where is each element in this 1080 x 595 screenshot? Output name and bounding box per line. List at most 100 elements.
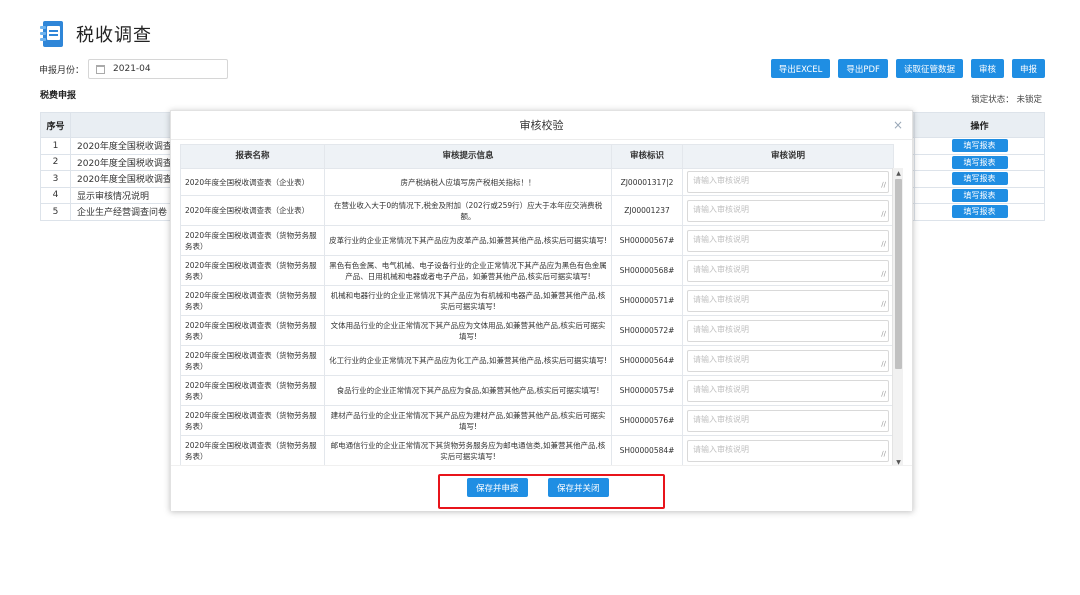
- table-row: 2020年度全国税收调查表（企业表） 在营业收入大于0的情况下,税金及附加（20…: [180, 195, 894, 226]
- review-description-input[interactable]: 请输入审核说明 ∕∕: [687, 199, 889, 222]
- month-selector: 申报月份： 2021-04: [39, 59, 229, 79]
- review-message: 邮电通信行业的企业正常情况下其货物劳务服务应为邮电通信类,如兼营其他产品,核实后…: [324, 435, 612, 466]
- review-description-input[interactable]: 请输入审核说明 ∕∕: [687, 289, 889, 312]
- review-description-input[interactable]: 请输入审核说明 ∕∕: [687, 229, 889, 252]
- lock-status: 锁定状态： 未锁定: [971, 95, 1042, 105]
- placeholder-text: 请输入审核说明: [693, 264, 749, 274]
- save-and-close-button[interactable]: 保存并关闭: [548, 478, 609, 497]
- review-description-input[interactable]: 请输入审核说明 ∕∕: [687, 259, 889, 282]
- resize-grip-icon[interactable]: ∕∕: [881, 269, 886, 280]
- table-row: 2020年度全国税收调查表（货物劳务服务表） 皮革行业的企业正常情况下其产品应为…: [180, 225, 894, 256]
- placeholder-text: 请输入审核说明: [693, 324, 749, 334]
- export-excel-button[interactable]: 导出EXCEL: [770, 59, 831, 78]
- review-description-input[interactable]: 请输入审核说明 ∕∕: [687, 319, 889, 342]
- fill-report-button[interactable]: 填写报表: [951, 139, 1008, 153]
- column-header-report-name: 报表名称: [180, 144, 325, 169]
- review-message: 食品行业的企业正常情况下其产品应为食品,如兼营其他产品,核实后可据实填写!: [324, 375, 612, 406]
- report-name: 2020年度全国税收调查表（货物劳务服务表）: [180, 315, 325, 346]
- report-name: 2020年度全国税收调查表（货物劳务服务表）: [180, 285, 325, 316]
- review-description-input[interactable]: 请输入审核说明 ∕∕: [687, 409, 889, 432]
- review-code: SH00000568#: [611, 255, 683, 286]
- resize-grip-icon[interactable]: ∕∕: [881, 359, 886, 370]
- report-name: 2020年度全国税收调查表（企业表）: [180, 195, 325, 226]
- month-input[interactable]: 2021-04: [88, 59, 229, 79]
- review-grid-header: 报表名称 审核提示信息 审核标识 审核说明: [180, 144, 894, 169]
- resize-grip-icon[interactable]: ∕∕: [881, 239, 886, 250]
- placeholder-text: 请输入审核说明: [693, 354, 749, 364]
- resize-grip-icon[interactable]: ∕∕: [881, 449, 886, 460]
- table-row: 2020年度全国税收调查表（货物劳务服务表） 文体用品行业的企业正常情况下其产品…: [180, 315, 894, 346]
- table-row: 2020年度全国税收调查表（货物劳务服务表） 建材产品行业的企业正常情况下其产品…: [180, 405, 894, 436]
- report-name: 2020年度全国税收调查表（企业表）: [180, 168, 325, 196]
- placeholder-text: 请输入审核说明: [693, 176, 749, 185]
- row-index: 2: [40, 153, 71, 171]
- review-description-input[interactable]: 请输入审核说明 ∕∕: [687, 439, 889, 462]
- fill-report-button[interactable]: 填写报表: [951, 205, 1008, 219]
- export-pdf-button[interactable]: 导出PDF: [838, 59, 888, 78]
- fill-report-button[interactable]: 填写报表: [951, 155, 1008, 169]
- review-message: 皮革行业的企业正常情况下其产品应为皮革产品,如兼营其他产品,核实后可据实填写!: [324, 225, 612, 256]
- review-message: 建材产品行业的企业正常情况下其产品应为建材产品,如兼营其他产品,核实后可据实填写…: [324, 405, 612, 436]
- review-message: 黑色有色金属、电气机械、电子设备行业的企业正常情况下其产品应为黑色有色金属产品、…: [324, 255, 612, 286]
- placeholder-text: 请输入审核说明: [693, 234, 749, 244]
- table-row: 2020年度全国税收调查表（货物劳务服务表） 化工行业的企业正常情况下其产品应为…: [180, 345, 894, 376]
- review-code: ZJ00001317|2: [611, 168, 683, 196]
- report-name: 2020年度全国税收调查表（货物劳务服务表）: [180, 345, 325, 376]
- review-message: 房产税纳税人应填写房产税相关指标！！: [324, 168, 612, 196]
- row-index: 1: [40, 137, 71, 155]
- review-code: SH00000571#: [611, 285, 683, 316]
- report-name: 2020年度全国税收调查表（货物劳务服务表）: [180, 435, 325, 466]
- row-index: 4: [40, 186, 71, 204]
- row-index: 3: [40, 170, 71, 188]
- review-message: 文体用品行业的企业正常情况下其产品应为文体用品,如兼营其他产品,核实后可据实填写…: [324, 315, 612, 346]
- resize-grip-icon[interactable]: ∕∕: [881, 419, 886, 430]
- placeholder-text: 请输入审核说明: [693, 384, 749, 394]
- declare-button[interactable]: 申报: [1011, 59, 1045, 78]
- column-header-index: 序号: [40, 112, 71, 138]
- scroll-thumb[interactable]: [895, 179, 902, 369]
- column-header-code: 审核标识: [611, 144, 683, 169]
- table-row: 2020年度全国税收调查表（货物劳务服务表） 黑色有色金属、电气机械、电子设备行…: [180, 255, 894, 286]
- resize-grip-icon[interactable]: ∕∕: [881, 389, 886, 400]
- resize-grip-icon[interactable]: ∕∕: [881, 299, 886, 310]
- save-and-declare-button[interactable]: 保存并申报: [467, 478, 528, 497]
- notebook-icon: [40, 21, 64, 47]
- review-code: SH00000572#: [611, 315, 683, 346]
- close-icon[interactable]: ×: [893, 111, 903, 140]
- review-dialog: 审核校验 × 报表名称 审核提示信息 审核标识 审核说明 2020年度全国税收调…: [170, 110, 913, 511]
- review-grid: 报表名称 审核提示信息 审核标识 审核说明 2020年度全国税收调查表（企业表）…: [180, 144, 894, 466]
- calendar-icon: [96, 64, 106, 74]
- placeholder-text: 请输入审核说明: [693, 294, 749, 304]
- review-code: SH00000564#: [611, 345, 683, 376]
- resize-grip-icon[interactable]: ∕∕: [881, 209, 886, 220]
- tax-survey-page: 税收调查 申报月份： 2021-04 导出EXCEL 导出PDF 读取征管数据 …: [0, 0, 1080, 595]
- toolbar: 导出EXCEL 导出PDF 读取征管数据 审核 申报: [763, 59, 1045, 78]
- column-header-operation: 操作: [914, 112, 1045, 138]
- fetch-data-button[interactable]: 读取征管数据: [895, 59, 963, 78]
- page-title: 税收调查: [76, 25, 152, 46]
- report-name: 2020年度全国税收调查表（货物劳务服务表）: [180, 225, 325, 256]
- review-code: SH00000584#: [611, 435, 683, 466]
- fill-report-button[interactable]: 填写报表: [951, 188, 1008, 202]
- resize-grip-icon[interactable]: ∕∕: [881, 180, 886, 191]
- review-message: 机械和电器行业的企业正常情况下其产品应为有机械和电器产品,如兼营其他产品,核实后…: [324, 285, 612, 316]
- scroll-up-icon[interactable]: ▲: [894, 169, 903, 178]
- report-name: 2020年度全国税收调查表（货物劳务服务表）: [180, 405, 325, 436]
- review-button[interactable]: 审核: [970, 59, 1004, 78]
- report-name: 2020年度全国税收调查表（货物劳务服务表）: [180, 375, 325, 406]
- placeholder-text: 请输入审核说明: [693, 444, 749, 454]
- column-header-description: 审核说明: [682, 144, 894, 169]
- column-header-info: 审核提示信息: [324, 144, 612, 169]
- review-message: 化工行业的企业正常情况下其产品应为化工产品,如兼营其他产品,核实后可据实填写!: [324, 345, 612, 376]
- fill-report-button[interactable]: 填写报表: [951, 172, 1008, 186]
- resize-grip-icon[interactable]: ∕∕: [881, 329, 886, 340]
- report-name: 2020年度全国税收调查表（货物劳务服务表）: [180, 255, 325, 286]
- month-value: 2021-04: [113, 64, 151, 74]
- placeholder-text: 请输入审核说明: [693, 204, 749, 214]
- review-description-input[interactable]: 请输入审核说明 ∕∕: [687, 171, 889, 193]
- review-description-input[interactable]: 请输入审核说明 ∕∕: [687, 349, 889, 372]
- dialog-title: 审核校验: [519, 119, 564, 132]
- vertical-scrollbar[interactable]: ▲ ▼: [892, 168, 903, 468]
- review-description-input[interactable]: 请输入审核说明 ∕∕: [687, 379, 889, 402]
- table-row: 2020年度全国税收调查表（货物劳务服务表） 食品行业的企业正常情况下其产品应为…: [180, 375, 894, 406]
